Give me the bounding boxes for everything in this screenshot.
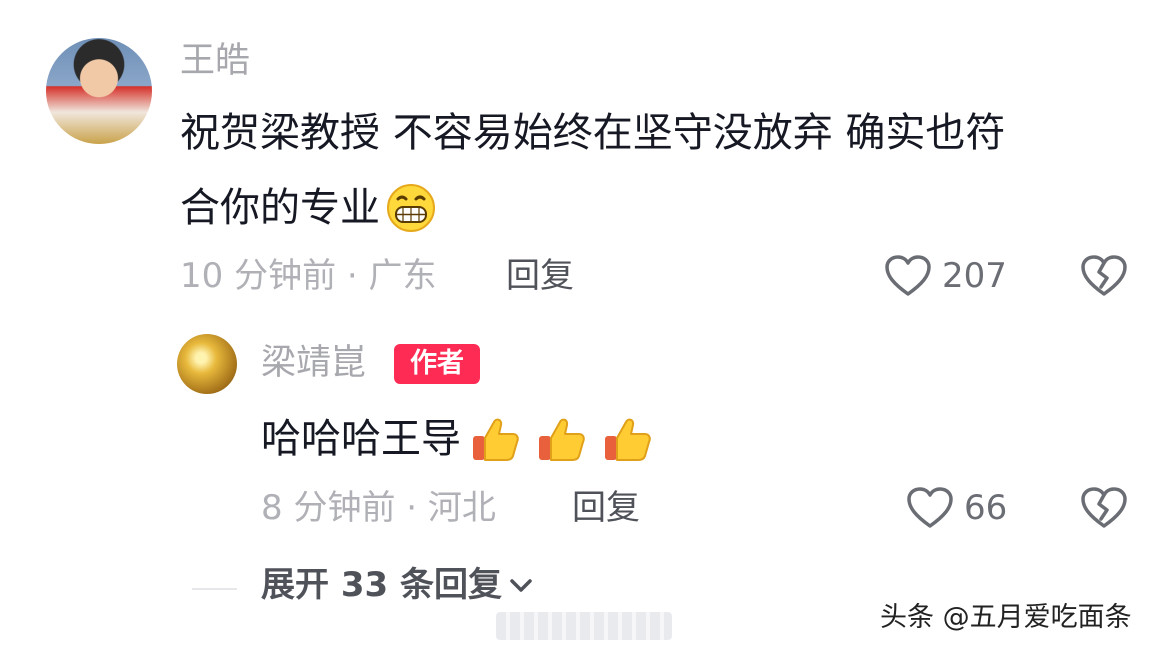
comment-like-count: 207 [942, 256, 1007, 296]
comment-text-line2-row: 合你的专业 [180, 183, 436, 233]
thumbs-up-icon [605, 418, 651, 461]
comment-username[interactable]: 王皓 [180, 44, 250, 79]
comment-reply-button[interactable]: 回复 [506, 259, 574, 293]
reply-like-button[interactable]: 66 [906, 486, 1007, 530]
comment-like-button[interactable]: 207 [884, 254, 1007, 298]
chevron-down-icon [510, 579, 532, 592]
reply-username[interactable]: 梁靖崑 [261, 346, 366, 381]
thumbs-up-icon [473, 418, 519, 461]
heart-icon [885, 255, 931, 296]
grin-emoji-icon [387, 184, 435, 232]
reply-text: 哈哈哈王导 [261, 416, 461, 462]
comment-time-location: 10 分钟前 · 广东 [180, 256, 437, 296]
comment-text-line2: 合你的专业 [180, 185, 380, 231]
avatar-liangjingkun[interactable] [177, 334, 237, 394]
redacted-area [496, 612, 672, 640]
expand-replies-button[interactable]: 展开 33 条回复 [261, 568, 534, 602]
broken-heart-icon[interactable] [1080, 254, 1128, 298]
avatar-wanghao[interactable] [46, 38, 152, 144]
author-badge: 作者 [394, 344, 480, 384]
watermark: 头条 @五月爱吃面条 [880, 602, 1132, 633]
thumbs-up-icon [539, 418, 585, 461]
comment-text-line1: 祝贺梁教授 不容易始终在坚守没放弃 确实也符 [180, 110, 1006, 156]
reply-text-row: 哈哈哈王导 [261, 412, 655, 466]
broken-heart-icon[interactable] [1080, 486, 1128, 530]
divider [192, 588, 237, 590]
heart-icon [907, 487, 953, 528]
reply-like-count: 66 [964, 488, 1008, 528]
expand-replies-label: 展开 33 条回复 [261, 565, 502, 605]
reply-reply-button[interactable]: 回复 [572, 491, 640, 525]
reply-time-location: 8 分钟前 · 河北 [261, 488, 496, 528]
